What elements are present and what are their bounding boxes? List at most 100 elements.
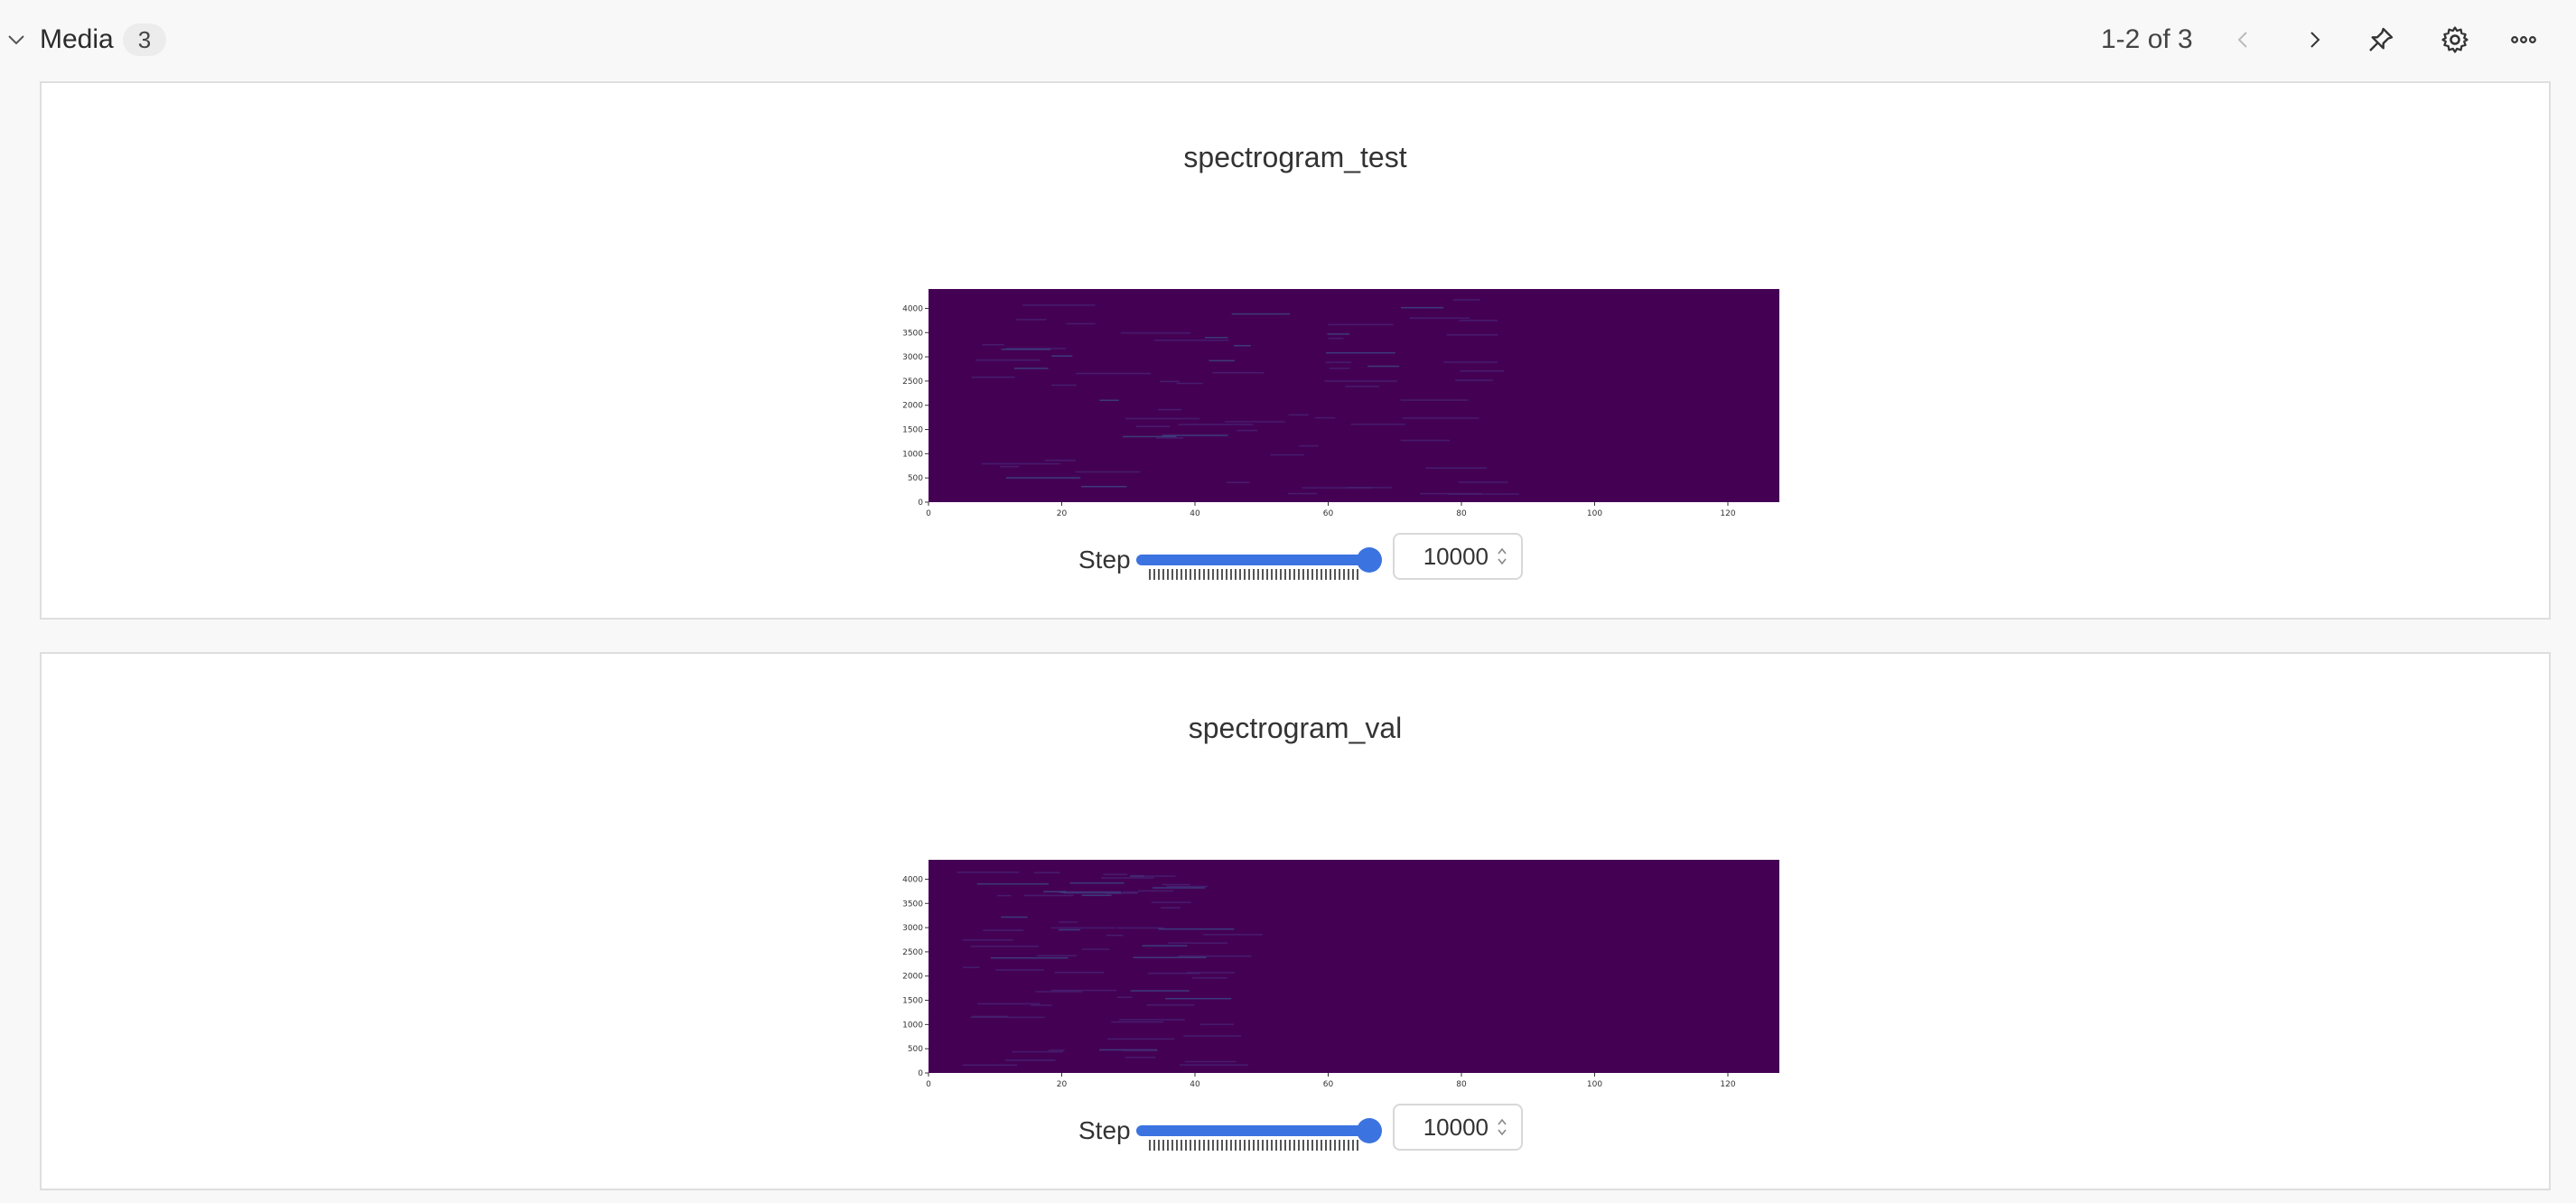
heatmap-streak (1400, 399, 1469, 401)
heatmap-streak (1443, 361, 1498, 363)
settings-button[interactable] (2433, 18, 2477, 61)
pin-button[interactable] (2359, 18, 2403, 61)
heatmap-streak (1204, 336, 1228, 339)
heatmap-streak (1231, 312, 1291, 315)
heatmap-streak (1069, 881, 1125, 884)
heatmap-streak (1183, 1035, 1242, 1037)
y-tick-label: 1000 (902, 1021, 923, 1030)
media-panel-spectrogram-test: spectrogram_test 0 20 40 60 80 100 120 0 500 1000… (40, 81, 2551, 620)
heatmap-streak (1125, 417, 1200, 420)
step-input[interactable] (1393, 533, 1523, 580)
y-tick-label: 2500 (902, 378, 923, 387)
previous-page-button[interactable] (2222, 18, 2265, 61)
heatmap-streak (1130, 990, 1190, 992)
heatmap-streak (1409, 317, 1470, 319)
heatmap-streak (1012, 1050, 1063, 1053)
heatmap-streak (963, 1064, 1017, 1067)
heatmap-streak (1328, 337, 1344, 340)
heatmap-streak (1116, 996, 1133, 998)
x-tick-label: 0 (926, 1080, 931, 1089)
step-control: Step (42, 1104, 2549, 1158)
step-slider-thumb[interactable] (1357, 1118, 1382, 1143)
spectrogram-chart[interactable]: 0 20 40 60 80 100 120 0 500 1000 1500 2000 2500 3000 3… (858, 202, 1779, 524)
heatmap-streak (1420, 492, 1482, 495)
heatmap-streak (1324, 380, 1397, 382)
heatmap-streak (1400, 439, 1451, 442)
heatmap-streak (1299, 444, 1319, 447)
heatmap-streak (1233, 344, 1251, 347)
heatmap-streak (1048, 1049, 1065, 1051)
heatmap-streak (1051, 355, 1073, 357)
heatmap-streak (1459, 320, 1498, 322)
heatmap-streak (1066, 322, 1096, 325)
heatmap-streak (981, 462, 1060, 465)
heatmap-streak (1081, 485, 1127, 488)
y-tick-label: 3500 (902, 900, 923, 909)
step-input[interactable] (1393, 1104, 1523, 1151)
x-tick-label: 20 (1057, 1080, 1068, 1089)
heatmap-area (929, 289, 1779, 502)
heatmap-streak (1133, 956, 1207, 958)
heatmap-streak (1054, 972, 1105, 974)
y-tick-label: 1500 (902, 426, 923, 435)
x-tick-label: 60 (1323, 1080, 1334, 1089)
heatmap-streak (957, 872, 1020, 873)
heatmap-streak (962, 966, 980, 968)
y-tick-label: 0 (918, 1069, 923, 1078)
heatmap-streak (1166, 885, 1209, 888)
step-slider-ticks (1149, 569, 1358, 580)
next-page-button[interactable] (2292, 18, 2336, 61)
x-tick-label: 80 (1456, 509, 1467, 518)
heatmap-streak (1014, 368, 1049, 369)
heatmap-streak (983, 929, 1024, 931)
chevron-down-icon[interactable] (5, 29, 27, 51)
heatmap-streak (1446, 333, 1498, 336)
x-tick-label: 100 (1587, 509, 1602, 518)
y-tick-label: 2500 (902, 948, 923, 957)
heatmap-streak (1037, 955, 1078, 956)
x-tick-label: 100 (1587, 1080, 1602, 1089)
heatmap-streak (1004, 1059, 1056, 1061)
heatmap-streak (1460, 369, 1505, 372)
chevron-left-icon (2237, 32, 2247, 48)
heatmap-streak (1425, 467, 1487, 470)
heatmap-streak (1016, 319, 1047, 321)
step-slider-track[interactable] (1136, 1125, 1367, 1136)
media-panel-spectrogram-val: spectrogram_val 0 20 40 60 80 100 120 0 500 1000 1… (40, 652, 2551, 1190)
heatmap-streak (1367, 365, 1400, 368)
heatmap-streak (1167, 942, 1228, 944)
spectrogram-chart[interactable]: 0 20 40 60 80 100 120 0 500 1000 1500 2000 2500 3000 3… (858, 773, 1779, 1095)
heatmap-streak (1153, 887, 1205, 889)
heatmap-streak (1237, 429, 1258, 432)
y-tick-label: 1500 (902, 997, 923, 1006)
heatmap-streak (1162, 434, 1228, 436)
y-tick-label: 3000 (902, 924, 923, 933)
more-icon (2511, 36, 2536, 43)
x-tick-label: 120 (1720, 1080, 1735, 1089)
heatmap-streak (982, 344, 1004, 346)
step-label: Step (1078, 1116, 1131, 1144)
step-slider-thumb[interactable] (1357, 547, 1382, 573)
heatmap-streak (1178, 955, 1252, 957)
heatmap-streak (997, 894, 1012, 897)
panel-title: spectrogram_val (1188, 712, 1403, 744)
heatmap-streak (975, 359, 1041, 361)
heatmap-streak (1345, 386, 1379, 387)
heatmap-streak (1176, 382, 1203, 385)
y-tick-label: 500 (908, 474, 923, 483)
heatmap-streak (1162, 883, 1190, 886)
section-title: Media (40, 24, 114, 54)
heatmap-streak (970, 945, 1040, 947)
heatmap-streak (1005, 477, 1081, 479)
heatmap-streak (1103, 873, 1128, 876)
heatmap-streak (999, 465, 1020, 468)
y-tick-label: 2000 (902, 402, 923, 411)
step-slider-track[interactable] (1136, 555, 1367, 565)
heatmap-streak (971, 376, 1015, 378)
more-options-button[interactable] (2502, 18, 2545, 61)
media-section-header: Media 3 1-2 of 3 (0, 0, 2576, 79)
heatmap-streak (1287, 492, 1317, 495)
heatmap-streak (1001, 916, 1028, 919)
chevron-right-icon (2310, 32, 2320, 48)
step-label: Step (1078, 546, 1131, 574)
